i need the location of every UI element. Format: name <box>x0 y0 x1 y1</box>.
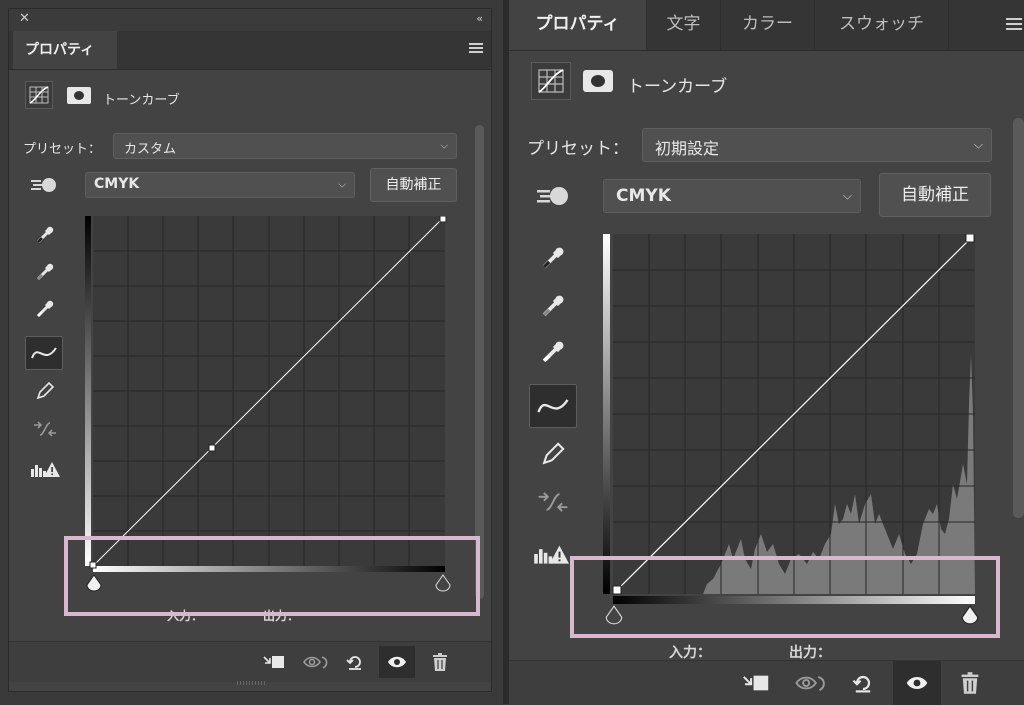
channel-value: CMYK <box>94 176 140 192</box>
curve-point <box>208 444 216 452</box>
preset-value: 初期設定 <box>655 139 720 158</box>
curves-adjustment-icon[interactable] <box>531 62 571 100</box>
output-gradient-bar <box>85 216 91 566</box>
reset-icon[interactable] <box>849 670 877 696</box>
pencil-tool-icon[interactable] <box>535 438 571 470</box>
chevron-down-icon: ⌵ <box>973 137 983 152</box>
panel-tab-bar: プロパティ <box>9 31 491 70</box>
scrollbar[interactable] <box>475 125 484 599</box>
target-adjustment-icon[interactable] <box>29 175 59 199</box>
clipping-warning-icon[interactable] <box>29 455 61 483</box>
view-previous-state-icon[interactable] <box>793 671 829 695</box>
white-point-eyedropper-icon[interactable] <box>535 336 571 368</box>
panel-tab-bar: プロパティ 文字 カラー スウォッチ <box>509 0 1024 51</box>
preset-value: カスタム <box>124 142 177 157</box>
panel-menu-icon[interactable] <box>469 43 483 55</box>
tab-character[interactable]: 文字 <box>647 0 721 50</box>
channel-select[interactable]: CMYK ⌵ <box>85 172 355 198</box>
curve-graph[interactable] <box>603 234 983 610</box>
pencil-tool-icon[interactable] <box>29 377 61 405</box>
output-gradient-bar <box>603 234 610 594</box>
auto-button[interactable]: 自動補正 <box>370 168 457 202</box>
preset-label: プリセット： <box>23 142 102 157</box>
visibility-eye-icon[interactable] <box>893 661 941 705</box>
chevron-down-icon: ⌵ <box>338 179 346 191</box>
panel-title-bar: ✕ ‹‹ <box>9 9 491 32</box>
smooth-curve-icon[interactable] <box>29 415 61 443</box>
panel-footer <box>9 641 491 682</box>
channel-value: CMYK <box>616 186 671 206</box>
preset-label: プリセット： <box>527 139 629 159</box>
panel-title: トーンカーブ <box>103 93 180 108</box>
visibility-eye-icon[interactable] <box>379 646 415 678</box>
curves-adjustment-icon[interactable] <box>25 81 53 109</box>
close-icon[interactable]: ✕ <box>19 11 30 26</box>
chevron-down-icon: ⌵ <box>440 140 448 152</box>
point-curve-tool-icon[interactable] <box>25 336 63 370</box>
target-adjustment-icon[interactable] <box>535 184 571 212</box>
panel-menu-icon[interactable] <box>1006 18 1022 32</box>
clip-to-layer-icon[interactable] <box>261 652 287 672</box>
trash-icon[interactable] <box>429 652 451 672</box>
view-previous-state-icon[interactable] <box>301 652 331 672</box>
white-point-eyedropper-icon[interactable] <box>29 295 61 323</box>
channel-select[interactable]: CMYK ⌵ <box>603 179 861 213</box>
black-point-eyedropper-icon[interactable] <box>535 242 571 274</box>
input-label: 入力： <box>669 645 711 661</box>
collapse-icon[interactable]: ‹‹ <box>476 12 483 25</box>
trash-icon[interactable] <box>957 670 983 696</box>
curve-point <box>439 216 447 223</box>
tab-properties[interactable]: プロパティ <box>509 0 647 50</box>
highlight-box <box>64 536 480 616</box>
scrollbar[interactable] <box>1013 118 1024 518</box>
output-label: 出力： <box>789 645 831 661</box>
gray-point-eyedropper-icon[interactable] <box>535 290 571 322</box>
point-curve-tool-icon[interactable] <box>529 384 577 428</box>
preset-select[interactable]: カスタム ⌵ <box>113 133 457 159</box>
resize-grip[interactable] <box>237 681 267 685</box>
clip-to-layer-icon[interactable] <box>739 671 773 695</box>
highlight-box <box>570 556 1000 638</box>
black-point-eyedropper-icon[interactable] <box>29 221 61 249</box>
tab-properties[interactable]: プロパティ <box>13 31 117 69</box>
chevron-down-icon: ⌵ <box>842 188 852 203</box>
panel-title: トーンカーブ <box>627 77 728 97</box>
curve-point <box>965 234 975 243</box>
gray-point-eyedropper-icon[interactable] <box>29 258 61 286</box>
layer-mask-icon[interactable] <box>583 70 613 92</box>
smooth-curve-icon[interactable] <box>533 486 573 518</box>
reset-icon[interactable] <box>343 652 367 672</box>
clipping-warning-icon[interactable] <box>531 538 571 570</box>
layer-mask-icon[interactable] <box>67 87 91 104</box>
preset-select[interactable]: 初期設定 ⌵ <box>642 128 992 162</box>
auto-button[interactable]: 自動補正 <box>879 173 991 217</box>
tab-color[interactable]: カラー <box>721 0 815 50</box>
tab-swatches[interactable]: スウォッチ <box>815 0 949 50</box>
curve-graph[interactable] <box>85 216 449 572</box>
panel-footer <box>509 660 1024 705</box>
